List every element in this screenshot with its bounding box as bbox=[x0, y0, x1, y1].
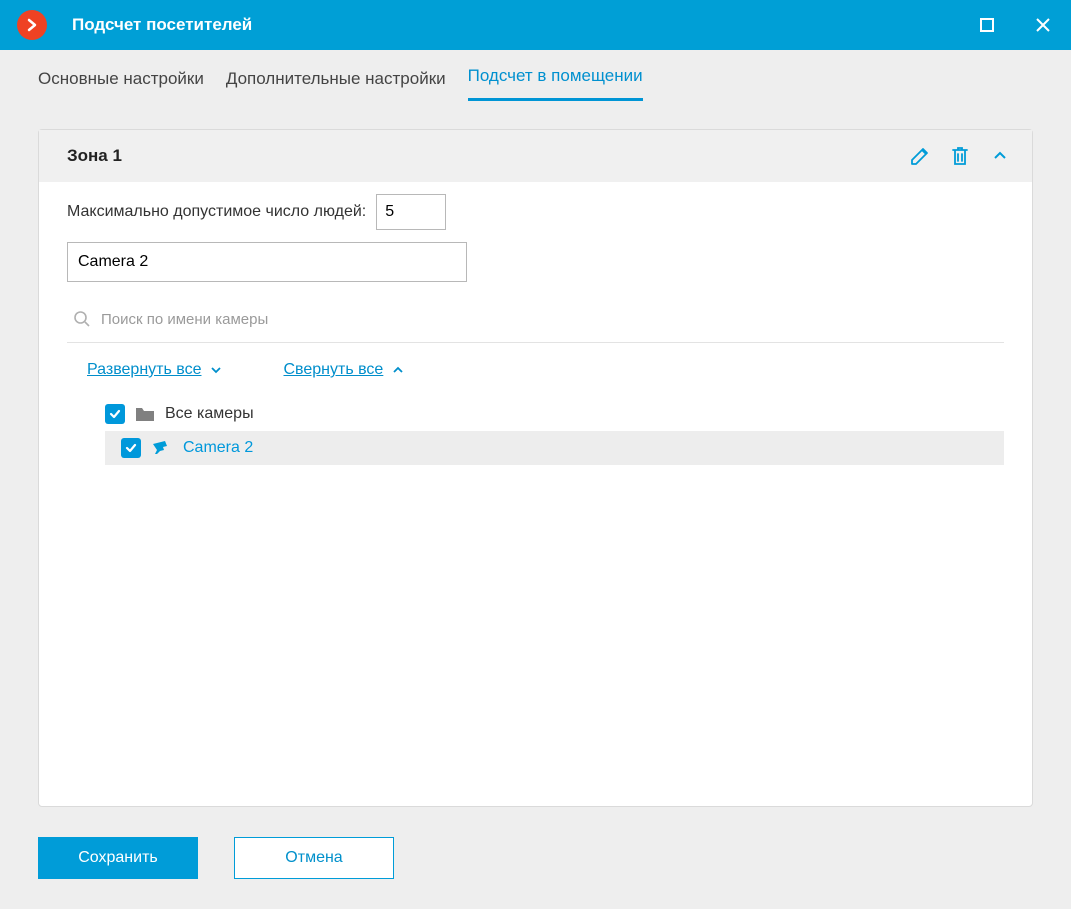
search-icon bbox=[73, 310, 91, 328]
trash-icon bbox=[950, 145, 970, 167]
max-people-row: Максимально допустимое число людей: bbox=[67, 194, 1004, 230]
collapse-zone-button[interactable] bbox=[986, 142, 1014, 170]
tree-child-label: Camera 2 bbox=[183, 439, 253, 457]
camera-search-row[interactable]: Поиск по имени камеры bbox=[67, 306, 1004, 342]
max-people-label: Максимально допустимое число людей: bbox=[67, 203, 366, 221]
tree-child-row[interactable]: Camera 2 bbox=[105, 431, 1004, 465]
content-area: Зона 1 Максимально допустимое число люде… bbox=[0, 101, 1071, 807]
pencil-icon bbox=[909, 145, 931, 167]
maximize-icon bbox=[980, 18, 994, 32]
tree-root-label: Все камеры bbox=[165, 405, 254, 423]
close-button[interactable] bbox=[1015, 0, 1071, 50]
child-checkbox[interactable] bbox=[121, 438, 141, 458]
check-icon bbox=[108, 407, 122, 421]
expand-all-link[interactable]: Развернуть все bbox=[87, 361, 223, 379]
zone-panel: Зона 1 Максимально допустимое число люде… bbox=[38, 129, 1033, 807]
folder-icon bbox=[135, 406, 155, 422]
edit-zone-button[interactable] bbox=[906, 142, 934, 170]
chevron-up-icon bbox=[992, 148, 1008, 164]
root-checkbox[interactable] bbox=[105, 404, 125, 424]
chevron-up-icon bbox=[391, 363, 405, 377]
footer: Сохранить Отмена bbox=[0, 807, 1071, 909]
camera-icon bbox=[151, 440, 173, 456]
camera-name-input[interactable] bbox=[67, 242, 467, 282]
camera-tree: Все камеры Camera 2 bbox=[67, 391, 1004, 465]
window-title: Подсчет посетителей bbox=[72, 15, 252, 35]
zone-body: Максимально допустимое число людей: Поис… bbox=[39, 182, 1032, 465]
zone-title: Зона 1 bbox=[67, 146, 894, 166]
title-bar: Подсчет посетителей bbox=[0, 0, 1071, 50]
collapse-all-link[interactable]: Свернуть все bbox=[283, 361, 405, 379]
tabs-bar: Основные настройки Дополнительные настро… bbox=[0, 50, 1071, 101]
expand-collapse-row: Развернуть все Свернуть все bbox=[67, 343, 1004, 391]
tab-additional-settings[interactable]: Дополнительные настройки bbox=[226, 61, 446, 101]
expand-all-label: Развернуть все bbox=[87, 361, 201, 379]
check-icon bbox=[124, 441, 138, 455]
close-icon bbox=[1035, 17, 1051, 33]
zone-header: Зона 1 bbox=[39, 130, 1032, 182]
camera-search-placeholder: Поиск по имени камеры bbox=[101, 311, 268, 328]
cancel-button[interactable]: Отмена bbox=[234, 837, 394, 879]
tab-basic-settings[interactable]: Основные настройки bbox=[38, 61, 204, 101]
tree-root-row[interactable]: Все камеры bbox=[105, 397, 1004, 431]
collapse-all-label: Свернуть все bbox=[283, 361, 383, 379]
max-people-input[interactable] bbox=[376, 194, 446, 230]
tab-room-counting[interactable]: Подсчет в помещении bbox=[468, 58, 643, 101]
app-icon bbox=[17, 10, 47, 40]
chevron-down-icon bbox=[209, 363, 223, 377]
maximize-button[interactable] bbox=[959, 0, 1015, 50]
delete-zone-button[interactable] bbox=[946, 142, 974, 170]
save-button[interactable]: Сохранить bbox=[38, 837, 198, 879]
